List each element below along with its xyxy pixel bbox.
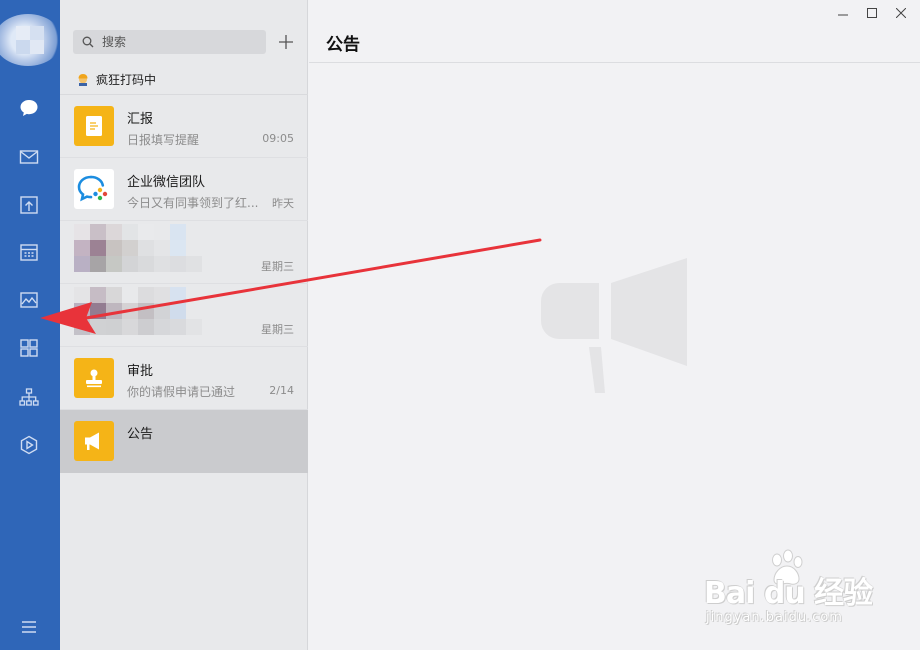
chat-time: 2/14 bbox=[269, 384, 294, 397]
chat-time: 星期三 bbox=[261, 323, 294, 336]
baidu-jingyan-watermark: Bai du 经验 jingyan.baidu.com bbox=[702, 548, 882, 632]
org-chart-icon[interactable] bbox=[15, 383, 43, 411]
chat-preview: 日报填写提醒 bbox=[127, 133, 200, 147]
search-icon bbox=[82, 36, 94, 48]
megaphone-placeholder-icon bbox=[541, 258, 687, 393]
status-text: 疯狂打码中 bbox=[96, 72, 157, 87]
plus-icon bbox=[279, 35, 293, 49]
worker-emoji-icon bbox=[78, 74, 88, 86]
nav-rail bbox=[0, 0, 60, 650]
grid-apps-icon[interactable] bbox=[15, 334, 43, 362]
chat-item-blurred[interactable]: 星期三 bbox=[60, 221, 308, 284]
chat-name: 审批 bbox=[127, 364, 154, 379]
chat-name: 汇报 bbox=[127, 112, 154, 127]
chat-time: 星期三 bbox=[261, 260, 294, 273]
chat-time: 09:05 bbox=[262, 132, 294, 145]
watermark-url: jingyan.baidu.com bbox=[706, 610, 843, 625]
search-box[interactable] bbox=[73, 30, 266, 54]
image-icon[interactable] bbox=[15, 286, 43, 314]
chat-time: 昨天 bbox=[272, 197, 294, 210]
user-status[interactable]: 疯狂打码中 bbox=[76, 68, 156, 90]
main-header: 公告 bbox=[309, 0, 920, 63]
megaphone-app-icon bbox=[74, 421, 114, 461]
report-app-icon bbox=[74, 106, 114, 146]
maximize-icon[interactable] bbox=[858, 4, 886, 22]
chat-preview: 你的请假申请已通过 bbox=[127, 385, 236, 399]
calendar-icon[interactable] bbox=[15, 238, 43, 266]
chat-name: 企业微信团队 bbox=[127, 175, 206, 190]
search-input[interactable] bbox=[102, 35, 252, 49]
add-button[interactable] bbox=[274, 30, 298, 54]
watermark-brand: Bai du 经验 bbox=[704, 576, 873, 611]
stamp-app-icon bbox=[74, 358, 114, 398]
chat-list-panel: 疯狂打码中 汇报 日报填写提醒 09:05 企业微信团队 今日又有同事领到了红.… bbox=[60, 0, 308, 650]
close-icon[interactable] bbox=[887, 4, 915, 22]
chat-item-blurred[interactable]: 星期三 bbox=[60, 284, 308, 347]
mail-icon[interactable] bbox=[15, 143, 43, 171]
chat-name: 公告 bbox=[127, 427, 154, 442]
chat-item-announcement[interactable]: 公告 bbox=[60, 410, 308, 473]
chat-item-approval[interactable]: 审批 你的请假申请已通过 2/14 bbox=[60, 347, 308, 410]
chat-item-report[interactable]: 汇报 日报填写提醒 09:05 bbox=[60, 95, 308, 158]
menu-icon[interactable] bbox=[15, 613, 43, 641]
chat-bubble-icon[interactable] bbox=[15, 94, 43, 122]
page-title: 公告 bbox=[326, 35, 360, 55]
avatar[interactable] bbox=[0, 12, 60, 68]
minimize-icon[interactable] bbox=[829, 4, 857, 22]
wecom-logo-icon bbox=[74, 169, 114, 209]
chat-preview: 今日又有同事领到了红... bbox=[127, 196, 259, 210]
document-upload-icon[interactable] bbox=[15, 191, 43, 219]
hexagon-play-icon[interactable] bbox=[15, 431, 43, 459]
chat-item-wecom-team[interactable]: 企业微信团队 今日又有同事领到了红... 昨天 bbox=[60, 158, 308, 221]
